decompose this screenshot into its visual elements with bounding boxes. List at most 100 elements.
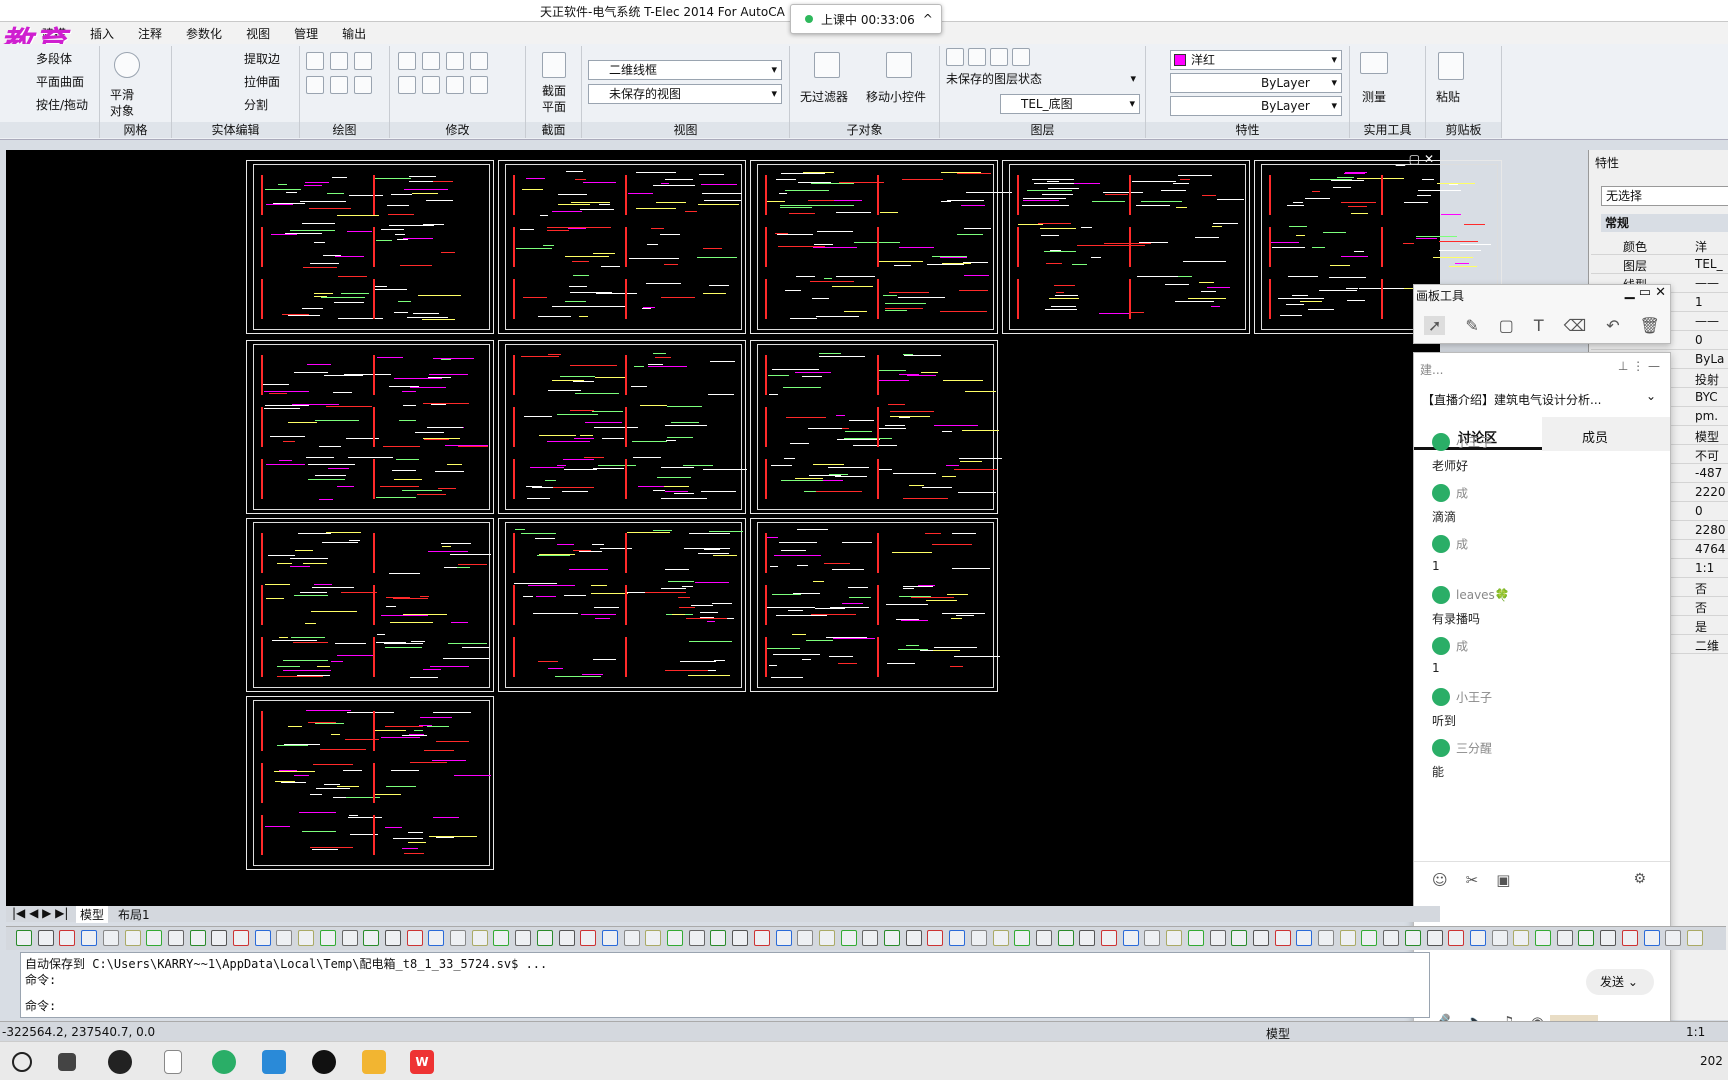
toolbar-tool-icon[interactable] — [1535, 930, 1551, 946]
model-space-button[interactable]: 模型 — [1266, 1025, 1290, 1042]
toolbar-tool-icon[interactable] — [81, 930, 98, 946]
toolbar-tool-icon[interactable] — [797, 930, 814, 946]
property-value[interactable]: TEL_ — [1695, 257, 1723, 271]
toolbar-tool-icon[interactable] — [167, 930, 184, 946]
message-author[interactable]: 三分醒 — [1432, 739, 1492, 757]
command-input[interactable]: 命令: — [25, 997, 56, 1014]
chevron-down-icon[interactable]: ⌄ — [1646, 389, 1656, 403]
wps-icon[interactable]: W — [410, 1050, 434, 1074]
toolbar-tool-icon[interactable] — [1274, 930, 1291, 946]
toolbar-tool-icon[interactable] — [384, 930, 401, 946]
toolbar-tool-icon[interactable] — [1404, 930, 1421, 946]
trim-icon[interactable] — [446, 52, 464, 70]
folder-icon[interactable] — [362, 1050, 386, 1074]
property-row[interactable]: 图层 TEL_ — [1591, 255, 1728, 274]
toolbar-tool-icon[interactable] — [124, 930, 141, 946]
toolbar-tool-icon[interactable] — [1643, 930, 1660, 946]
toolbar-tool-icon[interactable] — [1383, 930, 1400, 946]
image-icon[interactable]: ▣ — [1496, 871, 1510, 889]
toolbar-tool-icon[interactable] — [753, 930, 770, 946]
text-icon[interactable]: T — [1534, 316, 1544, 335]
toolbar-tool-icon[interactable] — [1035, 930, 1052, 946]
toolbar-tool-icon[interactable] — [1448, 930, 1465, 946]
extrude-faces-button[interactable]: 拉伸面 — [244, 73, 280, 90]
undo-icon[interactable]: ↶ — [1606, 316, 1619, 335]
property-value[interactable]: 1:1 — [1695, 561, 1714, 575]
toolbar-tool-icon[interactable] — [1144, 930, 1161, 946]
drawing-sheet[interactable] — [246, 518, 494, 692]
drawing-sheet[interactable] — [750, 160, 1012, 334]
tab-members[interactable]: 成员 — [1582, 427, 1608, 446]
toolbar-tool-icon[interactable] — [319, 930, 336, 946]
message-author[interactable]: 成 — [1432, 637, 1468, 655]
toolbar-tool-icon[interactable] — [406, 930, 423, 946]
command-window[interactable]: 自动保存到 C:\Users\KARRY~~1\AppData\Local\Te… — [20, 952, 1430, 1018]
gizmo-icon[interactable] — [886, 52, 912, 78]
property-value[interactable]: BYC — [1695, 390, 1718, 404]
toolbar-tool-icon[interactable] — [276, 930, 293, 946]
toolbar-tool-icon[interactable] — [623, 930, 640, 946]
toolbar-tool-icon[interactable] — [1339, 930, 1356, 946]
planar-surface-button[interactable]: 平面曲面 — [36, 73, 84, 90]
menu-manage[interactable]: 管理 — [282, 25, 330, 42]
toolbar-tool-icon[interactable] — [905, 930, 922, 946]
drawing-sheet[interactable] — [246, 696, 494, 870]
message-author[interactable]: 成 — [1432, 535, 1468, 553]
toolbar-tool-icon[interactable] — [1600, 930, 1617, 946]
classroom-app-icon[interactable] — [262, 1050, 286, 1074]
drawing-sheet[interactable] — [498, 518, 746, 692]
saved-view-select[interactable]: 未保存的视图 — [588, 84, 782, 104]
toolbar-tool-icon[interactable] — [515, 930, 532, 946]
task-view-icon[interactable] — [58, 1053, 76, 1071]
fan-app-icon[interactable] — [108, 1050, 132, 1074]
toolbar-tool-icon[interactable] — [992, 930, 1009, 946]
toolbar-tool-icon[interactable] — [102, 930, 119, 946]
property-value[interactable]: —— — [1695, 276, 1719, 290]
no-filter-button[interactable]: 无过滤器 — [800, 88, 848, 105]
toolbar-tool-icon[interactable] — [818, 930, 835, 946]
trash-icon[interactable]: 🗑 — [1640, 316, 1660, 335]
array-icon[interactable] — [446, 76, 464, 94]
toolbar-tool-icon[interactable] — [667, 930, 683, 946]
drawing-sheet[interactable] — [246, 340, 494, 514]
property-value[interactable]: 2280 — [1695, 523, 1726, 537]
property-value[interactable]: pm. — [1695, 409, 1718, 423]
property-value[interactable]: 二维 — [1695, 637, 1719, 654]
drawing-canvas[interactable]: ▁ ▢ ✕ — [6, 150, 1504, 906]
layer-isolate-icon[interactable] — [968, 48, 986, 66]
erase-icon[interactable] — [470, 76, 488, 94]
toolbar-tool-icon[interactable] — [1209, 930, 1226, 946]
measure-icon[interactable] — [1360, 52, 1388, 74]
toolbar-tool-icon[interactable] — [536, 930, 553, 946]
document-icon[interactable] — [164, 1050, 182, 1074]
pen-icon[interactable]: ✎ — [1465, 316, 1478, 335]
toolbar-tool-icon[interactable] — [1122, 930, 1139, 946]
layer-freeze-icon[interactable] — [990, 48, 1008, 66]
lineweight-select[interactable]: ByLayer — [1170, 96, 1342, 116]
toolbar-tool-icon[interactable] — [949, 930, 966, 946]
toolbar-tool-icon[interactable] — [1252, 930, 1269, 946]
toolbar-tool-icon[interactable] — [710, 930, 727, 946]
message-author[interactable]: 成 — [1432, 484, 1468, 502]
property-value[interactable]: 不可 — [1695, 447, 1719, 464]
toolbar-tool-icon[interactable] — [645, 930, 662, 946]
circle-icon[interactable] — [330, 52, 348, 70]
toolbar-tool-icon[interactable] — [1014, 930, 1031, 946]
property-value[interactable]: ByLa — [1695, 352, 1724, 366]
property-value[interactable]: 否 — [1695, 580, 1707, 597]
separate-button[interactable]: 分割 — [244, 96, 268, 113]
toolbar-tool-icon[interactable] — [428, 930, 445, 946]
extract-edges-button[interactable]: 提取边 — [244, 50, 280, 67]
rectangle-icon[interactable]: ▢ — [1499, 316, 1514, 335]
property-value[interactable]: -487 — [1695, 466, 1722, 480]
measure-button[interactable]: 测量 — [1362, 88, 1386, 105]
line-icon[interactable] — [330, 76, 348, 94]
toolbar-tool-icon[interactable] — [471, 930, 488, 946]
drawing-sheet[interactable] — [498, 160, 746, 334]
send-button[interactable]: 发送 ⌄ — [1586, 969, 1654, 995]
toolbar-tool-icon[interactable] — [1621, 930, 1638, 946]
toolbar-tool-icon[interactable] — [1231, 930, 1248, 946]
toolbar-tool-icon[interactable] — [1318, 930, 1334, 946]
copy-icon[interactable] — [470, 52, 488, 70]
toolbar-tool-icon[interactable] — [146, 930, 163, 946]
